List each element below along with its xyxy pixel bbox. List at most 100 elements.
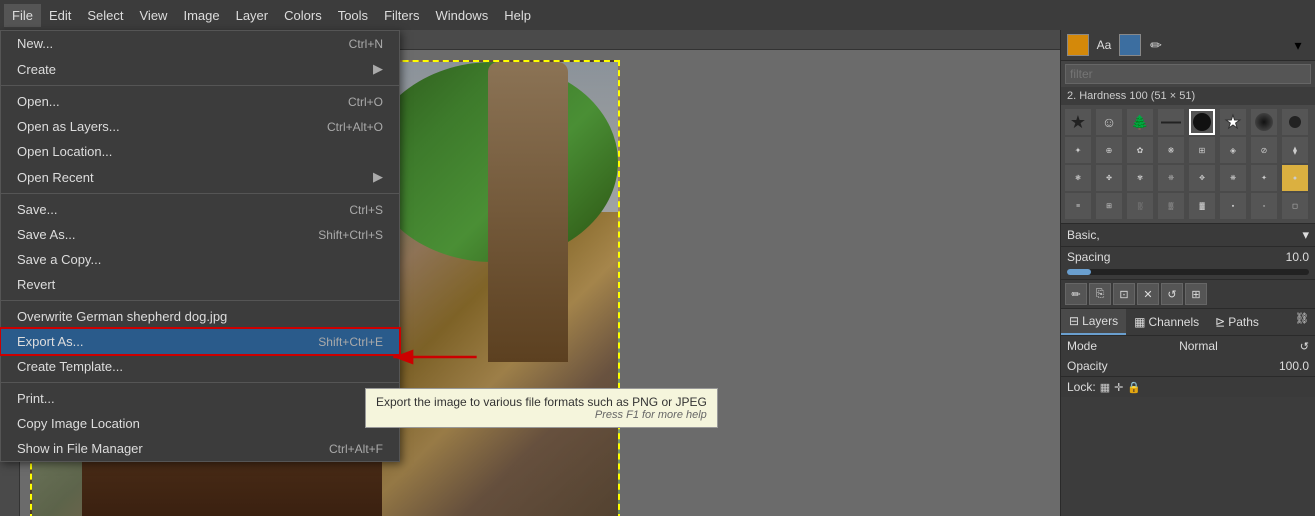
brush-cell-3-3[interactable]: ✾ [1127, 165, 1153, 191]
brush-cell-3-4[interactable]: ❊ [1158, 165, 1184, 191]
brush-cell-2-1[interactable]: ✦ [1065, 137, 1091, 163]
mode-reset-icon[interactable]: ↺ [1300, 340, 1309, 353]
pencil-tool-icon[interactable]: ✏ [1145, 34, 1167, 56]
tool-export-icon[interactable]: ⊡ [1113, 283, 1135, 305]
panel-menu-icon[interactable]: ▾ [1287, 34, 1309, 56]
tool-paint-icon[interactable]: ✏ [1065, 283, 1087, 305]
menu-edit[interactable]: Edit [41, 4, 79, 27]
preset-dropdown-icon[interactable]: ▾ [1302, 227, 1309, 243]
tooltip-export-as: Export the image to various file formats… [365, 388, 718, 428]
font-icon[interactable]: Aa [1093, 34, 1115, 56]
tab-layers-label: Layers [1082, 314, 1118, 328]
brush-cell-dash[interactable]: — [1158, 109, 1184, 135]
brush-cell-2-4[interactable]: ❋ [1158, 137, 1184, 163]
brush-cell-tree[interactable]: 🌲 [1127, 109, 1153, 135]
menu-item-open[interactable]: Open... Ctrl+O [1, 89, 399, 114]
menu-tools[interactable]: Tools [330, 4, 376, 27]
menu-item-copy-location-label: Copy Image Location [17, 416, 140, 431]
menu-item-create-template-label: Create Template... [17, 359, 123, 374]
separator-3 [1, 300, 399, 301]
file-dropdown-menu[interactable]: New... Ctrl+N Create ▶ Open... Ctrl+O Op… [0, 30, 400, 462]
lock-move-icon[interactable]: ✛ [1114, 381, 1123, 394]
menu-item-open-location[interactable]: Open Location... [1, 139, 399, 164]
menu-item-save-copy-label: Save a Copy... [17, 252, 101, 267]
spacing-bar-background [1067, 269, 1309, 275]
menu-item-copy-location[interactable]: Copy Image Location [1, 411, 399, 436]
tab-channels[interactable]: ▦ Channels [1126, 309, 1207, 335]
brush-cell-3-5[interactable]: ✥ [1189, 165, 1215, 191]
menu-item-revert[interactable]: Revert [1, 272, 399, 297]
brush-cell-4-7[interactable]: ▫ [1251, 193, 1277, 219]
brush-cell-smile[interactable]: ☺ [1096, 109, 1122, 135]
menu-item-save-as[interactable]: Save As... Shift+Ctrl+S [1, 222, 399, 247]
brush-cell-4-4[interactable]: ▒ [1158, 193, 1184, 219]
menu-item-show-file-manager[interactable]: Show in File Manager Ctrl+Alt+F [1, 436, 399, 461]
menu-image[interactable]: Image [175, 4, 227, 27]
tool-refresh-icon[interactable]: ↺ [1161, 283, 1183, 305]
brush-cell-2-8[interactable]: ⧫ [1282, 137, 1308, 163]
menu-item-create-template[interactable]: Create Template... [1, 354, 399, 379]
layers-section: ⊟ Layers ▦ Channels ⊵ Paths ⛓ Mode Norma… [1061, 308, 1315, 516]
menu-item-save-copy[interactable]: Save a Copy... [1, 247, 399, 272]
menu-item-revert-label: Revert [17, 277, 55, 292]
mode-label: Mode [1067, 339, 1097, 353]
menu-item-open-layers[interactable]: Open as Layers... Ctrl+Alt+O [1, 114, 399, 139]
menu-item-print[interactable]: Print... Ctrl [1, 386, 399, 411]
menu-select[interactable]: Select [79, 4, 131, 27]
brush-cell-2-2[interactable]: ⊕ [1096, 137, 1122, 163]
brush-cell-4-2[interactable]: ⊞ [1096, 193, 1122, 219]
lock-checkerboard-icon[interactable]: ▦ [1100, 381, 1110, 394]
menu-item-open-layers-shortcut: Ctrl+Alt+O [327, 120, 383, 134]
layers-chain-button[interactable]: ⛓ [1289, 309, 1315, 335]
menu-item-create[interactable]: Create ▶ [1, 56, 399, 82]
lock-all-icon[interactable]: 🔒 [1127, 381, 1141, 394]
preset-name-label: Basic, [1067, 228, 1100, 242]
menu-colors[interactable]: Colors [276, 4, 330, 27]
tab-layers[interactable]: ⊟ Layers [1061, 309, 1126, 335]
brush-cell-circle-med[interactable] [1282, 109, 1308, 135]
brush-cell-3-2[interactable]: ✤ [1096, 165, 1122, 191]
tool-delete-icon[interactable]: ✕ [1137, 283, 1159, 305]
brush-cell-star[interactable]: ★ [1065, 109, 1091, 135]
background-color-swatch[interactable] [1119, 34, 1141, 56]
brush-cell-4-3[interactable]: ░ [1127, 193, 1153, 219]
tool-import-icon[interactable]: ⊞ [1185, 283, 1207, 305]
brush-cell-3-7[interactable]: ✦ [1251, 165, 1277, 191]
tab-paths[interactable]: ⊵ Paths [1207, 309, 1267, 335]
menu-file[interactable]: File [4, 4, 41, 27]
brush-cell-3-1[interactable]: ❃ [1065, 165, 1091, 191]
spacing-bar-row[interactable] [1061, 267, 1315, 279]
menu-layer[interactable]: Layer [228, 4, 277, 27]
brush-cell-star-outline[interactable]: ★ [1220, 109, 1246, 135]
brush-cell-4-6[interactable]: ▪ [1220, 193, 1246, 219]
menu-item-save[interactable]: Save... Ctrl+S [1, 197, 399, 222]
menu-item-new[interactable]: New... Ctrl+N [1, 31, 399, 56]
menu-help[interactable]: Help [496, 4, 539, 27]
menu-item-overwrite[interactable]: Overwrite German shepherd dog.jpg [1, 304, 399, 329]
menu-item-open-recent[interactable]: Open Recent ▶ [1, 164, 399, 190]
menu-windows[interactable]: Windows [427, 4, 496, 27]
menu-item-export-as[interactable]: Export As... Shift+Ctrl+E [1, 329, 399, 354]
layers-mode-row: Mode Normal ↺ [1061, 336, 1315, 356]
brush-filter-input[interactable] [1065, 64, 1311, 84]
brush-cell-circle-soft[interactable] [1251, 109, 1277, 135]
opacity-value: 100.0 [1279, 359, 1309, 373]
brush-cell-3-6[interactable]: ❋ [1220, 165, 1246, 191]
brush-cell-3-8[interactable]: ● [1282, 165, 1308, 191]
brush-cell-4-1[interactable]: ≡ [1065, 193, 1091, 219]
menu-item-open-layers-label: Open as Layers... [17, 119, 120, 134]
foreground-color-swatch[interactable] [1067, 34, 1089, 56]
brush-cell-2-5[interactable]: ⊞ [1189, 137, 1215, 163]
separator-1 [1, 85, 399, 86]
brush-cell-4-8[interactable]: ◻ [1282, 193, 1308, 219]
mode-value[interactable]: Normal [1179, 339, 1218, 353]
tool-copy-icon[interactable]: ⎘ [1089, 283, 1111, 305]
brush-cell-4-5[interactable]: ▓ [1189, 193, 1215, 219]
brush-cell-circle-hard[interactable] [1189, 109, 1215, 135]
menu-view[interactable]: View [132, 4, 176, 27]
brush-cell-2-7[interactable]: ⊘ [1251, 137, 1277, 163]
brush-cell-2-3[interactable]: ✿ [1127, 137, 1153, 163]
tooltip-hint: Press F1 for more help [376, 409, 707, 421]
brush-cell-2-6[interactable]: ◈ [1220, 137, 1246, 163]
menu-filters[interactable]: Filters [376, 4, 427, 27]
